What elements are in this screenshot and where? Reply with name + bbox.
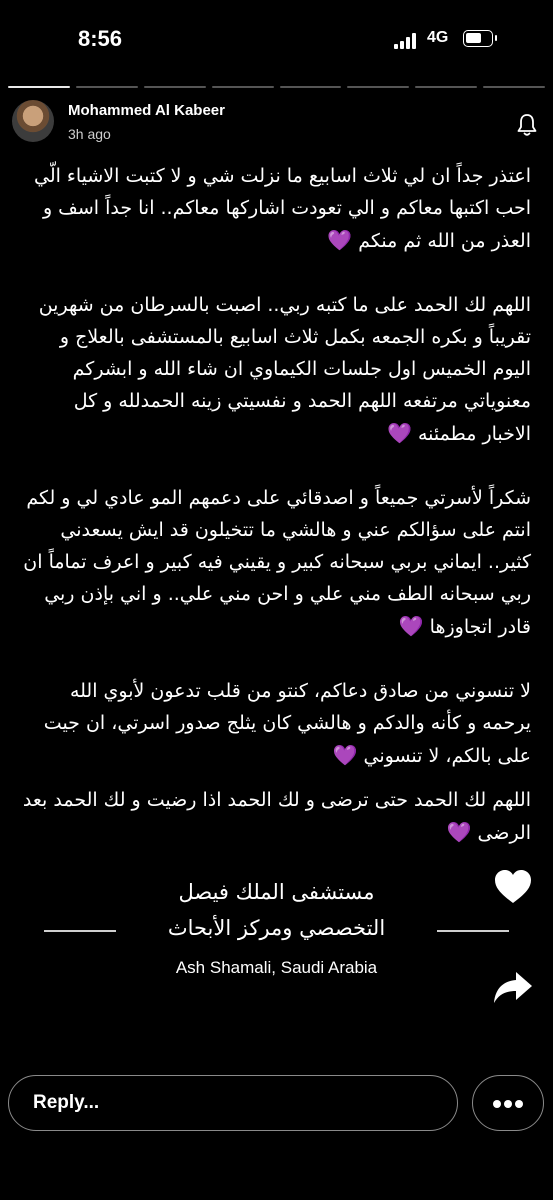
more-button[interactable] [472, 1075, 544, 1131]
post-time: 3h ago [68, 126, 111, 142]
status-bar: 8:56 4G [0, 0, 553, 80]
progress-segment [347, 86, 410, 88]
progress-segment [211, 86, 274, 88]
location-name-line1: مستشفى الملك فيصل [178, 880, 375, 904]
more-dots-icon [515, 1100, 523, 1108]
progress-segment [143, 86, 206, 88]
divider [437, 930, 509, 932]
location-region: Ash Shamali, Saudi Arabia [175, 958, 378, 977]
story-paragraph: اعتذر جداً ان لي ثلاث اسابيع ما نزلت شي … [33, 165, 531, 252]
network-type: 4G [427, 29, 449, 46]
signal-icon [394, 33, 420, 49]
location-sticker[interactable]: مستشفى الملك فيصل التخصصي ومركز الأبحاث … [0, 880, 553, 978]
purple-heart-icon: 💜 [387, 421, 412, 445]
progress-segment [8, 86, 70, 88]
story-paragraph: لا تنسوني من صادق دعاكم، كنتو من قلب تدع… [43, 680, 531, 767]
divider [44, 930, 116, 932]
story-progress [8, 86, 545, 88]
battery-icon [463, 30, 497, 47]
story-header: Mohammed Al Kabeer 3h ago [12, 96, 541, 152]
purple-heart-icon: 💜 [332, 743, 358, 767]
progress-segment [483, 86, 545, 88]
progress-segment [279, 86, 342, 88]
avatar[interactable] [12, 100, 54, 142]
bell-icon[interactable] [515, 112, 539, 138]
purple-heart-icon: 💜 [446, 820, 472, 844]
progress-segment [75, 86, 138, 88]
story-text: اعتذر جداً ان لي ثلاث اسابيع ما نزلت شي … [22, 160, 531, 881]
story-paragraph: شكراً لأسرتي جميعاً و اصدقائي على دعمهم … [23, 487, 531, 638]
more-dots-icon [493, 1100, 501, 1108]
story-paragraph: اللهم لك الحمد حتى ترضى و لك الحمد اذا ر… [22, 789, 531, 844]
story-paragraph: اللهم لك الحمد على ما كتبه ربي.. اصبت با… [38, 294, 531, 445]
clock: 8:56 [78, 26, 123, 51]
heart-icon[interactable] [493, 868, 533, 906]
reply-input[interactable]: Reply... [8, 1075, 458, 1131]
reply-placeholder: Reply... [33, 1092, 100, 1113]
purple-heart-icon: 💜 [327, 228, 353, 252]
location-name-line2: التخصصي ومركز الأبحاث [167, 916, 386, 940]
more-dots-icon [504, 1100, 512, 1108]
purple-heart-icon: 💜 [398, 614, 424, 638]
progress-segment [415, 86, 478, 88]
share-arrow-icon[interactable] [492, 970, 534, 1006]
author-name[interactable]: Mohammed Al Kabeer [68, 102, 225, 119]
